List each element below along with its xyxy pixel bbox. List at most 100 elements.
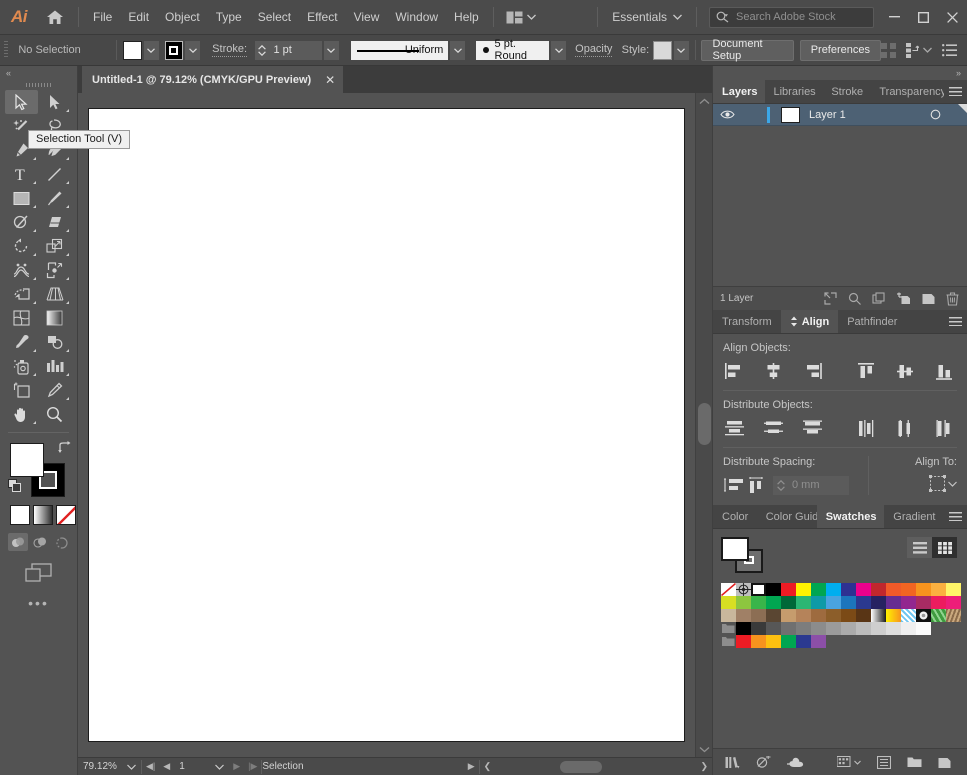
close-button[interactable] [938, 0, 967, 35]
swatch-color[interactable] [751, 583, 766, 596]
horizontal-align-left-icon[interactable] [723, 361, 745, 381]
change-screen-mode-icon[interactable] [0, 563, 77, 583]
swatch-color[interactable] [886, 622, 901, 635]
panel-menu-icon[interactable] [943, 310, 967, 333]
tab-layers[interactable]: Layers [713, 80, 765, 103]
swatch-color[interactable] [811, 635, 826, 648]
default-fill-stroke-icon[interactable] [8, 479, 22, 493]
swatch-color[interactable] [751, 635, 766, 648]
document-tab[interactable]: Untitled-1 @ 79.12% (CMYK/GPU Preview) ✕ [82, 66, 345, 93]
new-folder-icon[interactable] [907, 756, 922, 768]
align-to-dropdown[interactable] [877, 475, 957, 492]
tab-color-guide[interactable]: Color Guide [757, 505, 817, 528]
swatch-color[interactable] [766, 609, 781, 622]
menu-window[interactable]: Window [387, 7, 446, 27]
paintbrush-tool[interactable] [38, 186, 71, 210]
color-mode-icon[interactable] [10, 505, 30, 525]
vertical-distribute-bottom-icon[interactable] [801, 418, 823, 438]
controlbar-grip[interactable] [4, 41, 9, 59]
align-grid-icon[interactable] [881, 42, 896, 58]
vertical-distribute-center-icon[interactable] [762, 418, 784, 438]
type-tool[interactable]: T [5, 162, 38, 186]
swatch-color[interactable] [826, 622, 841, 635]
swatch-color[interactable] [811, 622, 826, 635]
tab-libraries[interactable]: Libraries [765, 80, 823, 103]
canvas[interactable] [78, 93, 695, 757]
swatch-group-folder[interactable] [721, 635, 736, 648]
menu-effect[interactable]: Effect [299, 7, 345, 27]
vertical-distribute-top-icon[interactable] [723, 418, 745, 438]
more-options-icon[interactable] [942, 43, 957, 57]
menu-edit[interactable]: Edit [120, 7, 157, 27]
draw-behind-icon[interactable] [30, 533, 50, 551]
grid-view-icon[interactable] [932, 537, 957, 558]
prev-page-icon[interactable]: ◀ [159, 758, 174, 775]
horizontal-align-right-icon[interactable] [801, 361, 823, 381]
swatch-color[interactable] [916, 596, 931, 609]
swatch-color[interactable] [856, 622, 871, 635]
swatch-group-folder[interactable] [721, 622, 736, 635]
draw-inside-icon[interactable] [52, 533, 72, 551]
eyedropper-tool[interactable] [5, 330, 38, 354]
swatch-color[interactable] [946, 596, 961, 609]
vertical-distribute-space-icon[interactable] [723, 475, 745, 495]
scroll-up-icon[interactable] [696, 93, 712, 109]
add-to-library-icon[interactable] [787, 756, 805, 768]
swatch-color[interactable] [796, 622, 811, 635]
artboard[interactable] [88, 108, 685, 742]
swatch-color[interactable] [766, 583, 781, 596]
swatch-color[interactable] [781, 622, 796, 635]
swatch-pattern-dots[interactable] [916, 609, 931, 622]
vertical-align-bottom-icon[interactable] [933, 361, 955, 381]
free-transform-tool[interactable] [38, 258, 71, 282]
swatch-gradient-white[interactable] [871, 609, 886, 622]
swatch-color[interactable] [841, 622, 856, 635]
expand-panels-icon[interactable]: » [713, 66, 967, 80]
swatch-color[interactable] [826, 609, 841, 622]
brush-definition-field[interactable]: 5 pt. Round [475, 38, 550, 62]
last-page-icon[interactable]: |▶ [244, 758, 261, 775]
draw-normal-icon[interactable] [8, 533, 28, 551]
swatch-color[interactable] [826, 596, 841, 609]
spacing-stepper[interactable] [774, 479, 788, 491]
workspace-switcher[interactable]: Essentials [604, 7, 690, 27]
zoom-tool[interactable] [38, 402, 71, 426]
vertical-align-top-icon[interactable] [855, 361, 877, 381]
swatch-color[interactable] [841, 583, 856, 596]
swatch-color[interactable] [901, 596, 916, 609]
arrange-documents-icon[interactable] [500, 8, 542, 27]
scrollbar-thumb[interactable] [698, 403, 711, 445]
swatch-pattern-leaf[interactable] [931, 609, 946, 622]
search-icon[interactable] [848, 292, 861, 305]
menu-file[interactable]: File [85, 7, 120, 27]
scroll-down-icon[interactable] [696, 741, 713, 757]
swatch-color[interactable] [781, 635, 796, 648]
swatch-color[interactable] [931, 596, 946, 609]
tab-transparency[interactable]: Transparency [870, 80, 944, 103]
stroke-weight-stepper[interactable] [256, 44, 269, 56]
search-input[interactable] [736, 11, 866, 23]
scale-tool[interactable] [38, 234, 71, 258]
fill-dropdown-button[interactable] [143, 40, 159, 60]
stroke-weight-field[interactable]: 1 pt [254, 40, 322, 60]
shape-builder-tool[interactable] [5, 282, 38, 306]
swatch-color[interactable] [751, 622, 766, 635]
swatch-color[interactable] [721, 609, 736, 622]
arrange-dropdown[interactable] [906, 42, 932, 58]
eraser-tool[interactable] [38, 210, 71, 234]
horizontal-distribute-right-icon[interactable] [933, 418, 955, 438]
stroke-weight-dropdown[interactable] [323, 40, 339, 60]
show-swatch-kinds-icon[interactable] [756, 755, 771, 769]
swatch-color[interactable] [856, 583, 871, 596]
maximize-button[interactable] [909, 0, 938, 35]
minimize-button[interactable] [880, 0, 909, 35]
swatch-color[interactable] [766, 635, 781, 648]
eye-icon[interactable] [713, 109, 741, 120]
swatch-color[interactable] [946, 583, 961, 596]
swatch-color[interactable] [781, 596, 796, 609]
menu-help[interactable]: Help [446, 7, 487, 27]
menu-view[interactable]: View [346, 7, 388, 27]
swatch-color[interactable] [871, 583, 886, 596]
document-setup-button[interactable]: Document Setup [701, 38, 795, 62]
tab-pathfinder[interactable]: Pathfinder [838, 310, 906, 333]
